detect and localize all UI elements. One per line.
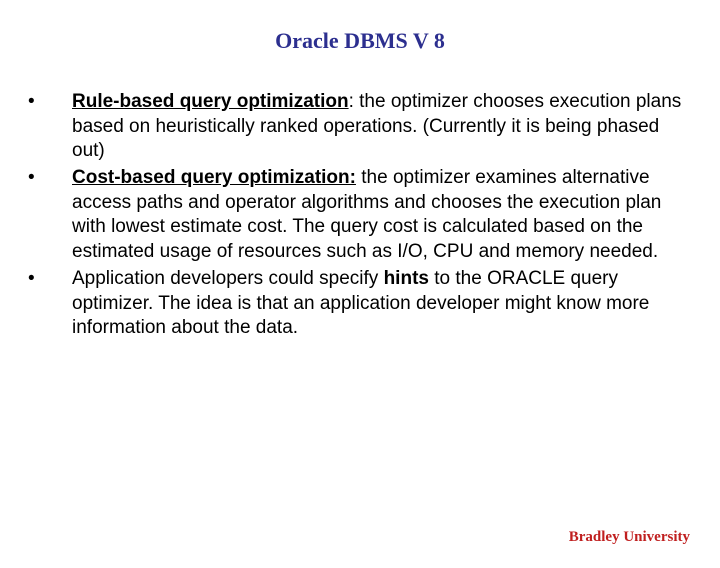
bullet-item: • Rule-based query optimization: the opt… <box>28 90 684 164</box>
footer-brand: Bradley University <box>569 529 690 546</box>
bullet-item: • Cost-based query optimization: the opt… <box>28 166 684 265</box>
bullet-marker-icon: • <box>28 267 72 292</box>
bullet-text: Cost-based query optimization: the optim… <box>72 166 684 265</box>
bullet-marker-icon: • <box>28 90 72 115</box>
bullet-emphasis: Cost-based query optimization: <box>72 167 356 188</box>
bullet-emphasis: Rule-based query optimization <box>72 91 349 112</box>
content-area: • Rule-based query optimization: the opt… <box>0 90 720 341</box>
bullet-text: Application developers could specify hin… <box>72 267 684 341</box>
bullet-pretext: Application developers could specify <box>72 268 384 289</box>
bullet-marker-icon: • <box>28 166 72 191</box>
bullet-bold-word: hints <box>384 268 429 289</box>
slide-title: Oracle DBMS V 8 <box>0 28 720 54</box>
bullet-item: • Application developers could specify h… <box>28 267 684 341</box>
bullet-text: Rule-based query optimization: the optim… <box>72 90 684 164</box>
